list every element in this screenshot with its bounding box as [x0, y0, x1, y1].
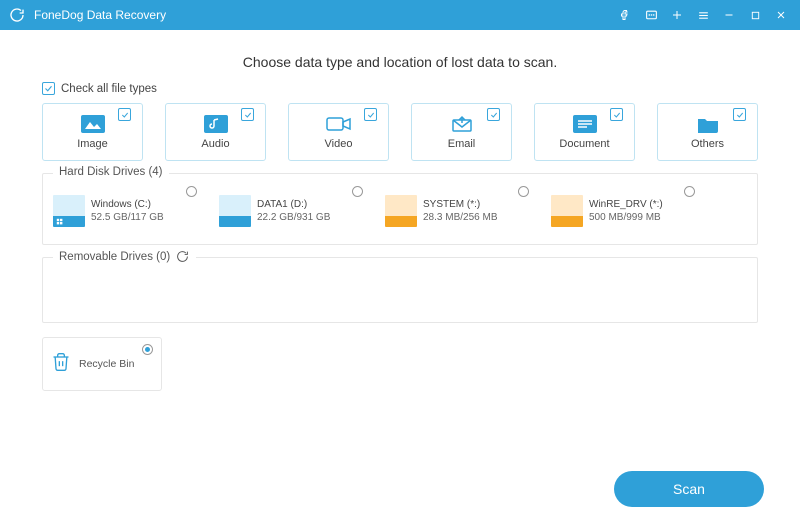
drive-radio[interactable] — [684, 186, 695, 197]
type-card-audio[interactable]: Audio — [165, 103, 266, 161]
drive-icon — [53, 195, 85, 227]
document-icon — [572, 114, 598, 134]
maximize-icon[interactable] — [744, 4, 766, 26]
type-label: Video — [325, 138, 353, 150]
drive-radio[interactable] — [518, 186, 529, 197]
trash-icon — [51, 351, 71, 378]
check-all-row[interactable]: Check all file types — [42, 82, 758, 95]
drive-size: 28.3 MB/256 MB — [423, 212, 497, 223]
video-icon — [326, 114, 352, 134]
drive-icon — [385, 195, 417, 227]
check-all-checkbox[interactable] — [42, 82, 55, 95]
drive-item[interactable]: Windows (C:) 52.5 GB/117 GB — [53, 188, 203, 234]
drive-radio[interactable] — [352, 186, 363, 197]
drive-radio[interactable] — [186, 186, 197, 197]
type-card-document[interactable]: Document — [534, 103, 635, 161]
image-icon — [80, 114, 106, 134]
type-checkbox[interactable] — [487, 108, 500, 121]
menu-icon[interactable] — [692, 4, 714, 26]
drive-size: 22.2 GB/931 GB — [257, 212, 330, 223]
type-checkbox[interactable] — [610, 108, 623, 121]
drive-name: SYSTEM (*:) — [423, 199, 480, 210]
hard-drives-group: Hard Disk Drives (4) Windows (C:)52.5 GB… — [42, 173, 758, 245]
drive-size: 52.5 GB/117 GB — [91, 212, 164, 223]
type-card-email[interactable]: Email — [411, 103, 512, 161]
hard-drives-legend: Hard Disk Drives (4) — [53, 166, 169, 178]
close-icon[interactable] — [770, 4, 792, 26]
type-checkbox[interactable] — [733, 108, 746, 121]
audio-icon — [203, 114, 229, 134]
type-label: Audio — [201, 138, 229, 150]
type-card-others[interactable]: Others — [657, 103, 758, 161]
type-row: Image Audio Video Email Document Others — [42, 103, 758, 161]
drive-name: WinRE_DRV (*:) — [589, 199, 663, 210]
titlebar: FoneDog Data Recovery — [0, 0, 800, 30]
facebook-icon[interactable] — [614, 4, 636, 26]
minimize-icon[interactable] — [718, 4, 740, 26]
recycle-bin-card[interactable]: Recycle Bin — [42, 337, 162, 391]
type-label: Document — [559, 138, 609, 150]
drive-icon — [551, 195, 583, 227]
type-label: Image — [77, 138, 108, 150]
recycle-label: Recycle Bin — [79, 358, 134, 370]
check-all-label: Check all file types — [61, 83, 157, 95]
type-card-video[interactable]: Video — [288, 103, 389, 161]
feedback-icon[interactable] — [640, 4, 662, 26]
app-title: FoneDog Data Recovery — [34, 8, 610, 22]
app-logo-icon — [8, 6, 26, 24]
drive-item[interactable]: SYSTEM (*:) 28.3 MB/256 MB — [385, 188, 535, 234]
page-headline: Choose data type and location of lost da… — [42, 54, 758, 70]
type-label: Email — [448, 138, 476, 150]
removable-drives-group: Removable Drives (0) — [42, 257, 758, 323]
scan-button[interactable]: Scan — [614, 471, 764, 507]
type-checkbox[interactable] — [364, 108, 377, 121]
plus-icon[interactable] — [666, 4, 688, 26]
email-icon — [449, 114, 475, 134]
drive-item[interactable]: DATA1 (D:) 22.2 GB/931 GB — [219, 188, 369, 234]
removable-drives-legend: Removable Drives (0) — [53, 250, 196, 264]
type-label: Others — [691, 138, 724, 150]
type-checkbox[interactable] — [118, 108, 131, 121]
recycle-radio[interactable] — [142, 344, 153, 355]
drive-item[interactable]: WinRE_DRV (*:) 500 MB/999 MB — [551, 188, 701, 234]
type-card-image[interactable]: Image — [42, 103, 143, 161]
drive-name: DATA1 (D:) — [257, 199, 307, 210]
drive-size: 500 MB/999 MB — [589, 212, 661, 223]
drive-icon — [219, 195, 251, 227]
refresh-icon[interactable] — [176, 250, 190, 264]
type-checkbox[interactable] — [241, 108, 254, 121]
drive-name: Windows (C:) — [91, 199, 151, 210]
others-icon — [695, 114, 721, 134]
